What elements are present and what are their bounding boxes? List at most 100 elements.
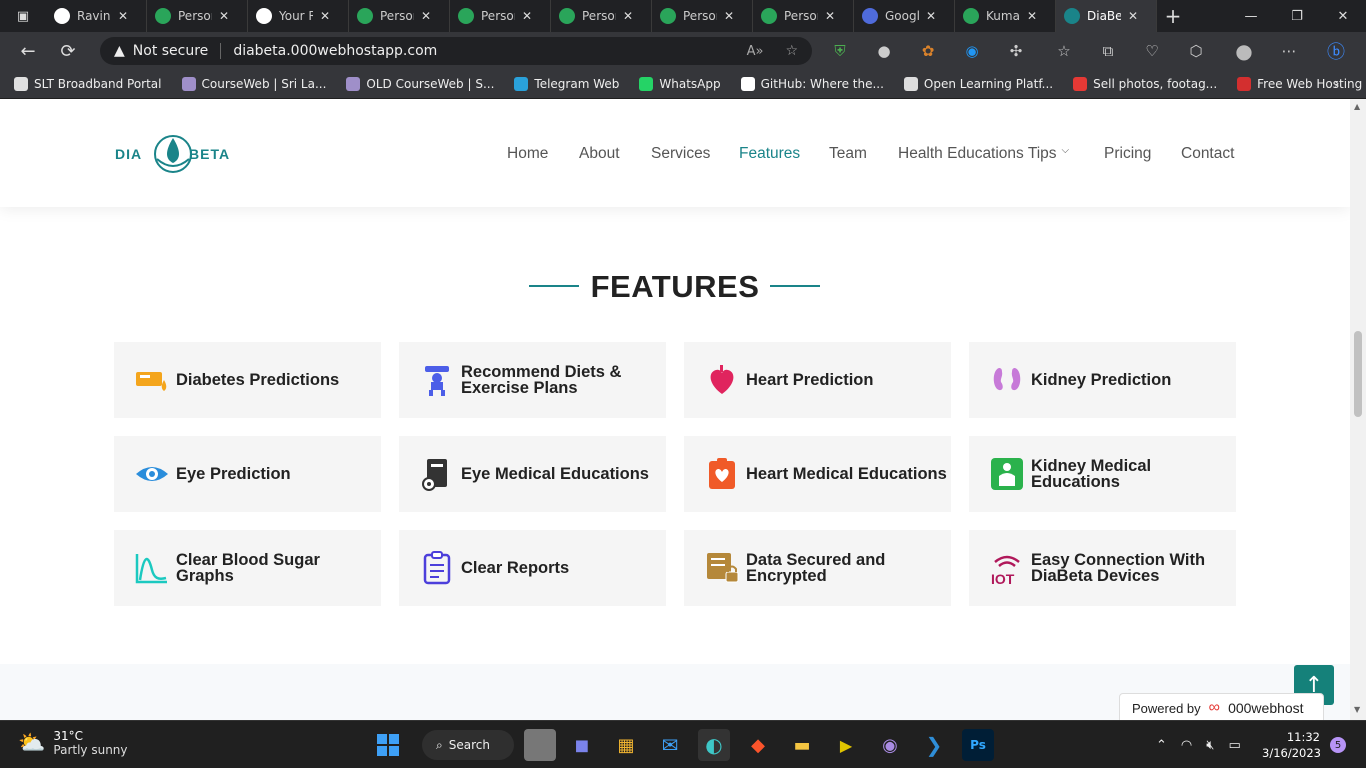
nav-about[interactable]: About — [579, 145, 620, 163]
clock[interactable]: 11:32 3/16/2023 — [1262, 729, 1321, 761]
feature-card[interactable]: Heart Medical Educations — [684, 436, 951, 512]
start-icon[interactable] — [372, 729, 404, 761]
extensions-icon[interactable]: ✣ — [1002, 37, 1030, 65]
photoshop-icon[interactable]: Ps — [962, 729, 994, 761]
close-tab-icon[interactable]: ✕ — [522, 9, 534, 23]
bookmark-item[interactable]: CourseWeb | Sri La... — [181, 77, 326, 91]
bookmark-item[interactable]: Open Learning Platf... — [903, 77, 1053, 91]
browser-tab[interactable]: Your R ✕ — [248, 0, 349, 32]
store-icon[interactable]: ▦ — [610, 729, 642, 761]
battery-icon[interactable]: ▭ — [1228, 738, 1240, 753]
close-tab-icon[interactable]: ✕ — [1027, 9, 1039, 23]
feature-card[interactable]: Clear Reports — [399, 530, 666, 606]
powered-by-badge[interactable]: Powered by ∞ 000webhost — [1119, 693, 1324, 720]
feature-card[interactable]: Heart Prediction — [684, 342, 951, 418]
bookmark-item[interactable]: Sell photos, footag... — [1073, 77, 1217, 91]
bing-chat-icon[interactable]: ⓑ — [1322, 37, 1350, 65]
close-tab-icon[interactable]: ✕ — [320, 9, 332, 23]
nav-health-educations-tips[interactable]: Health Educations Tips ⌵ — [898, 145, 1069, 163]
chevron-up-icon[interactable]: ⌃ — [1156, 738, 1167, 753]
bookmark-item[interactable]: WhatsApp — [639, 77, 721, 91]
browser-tab[interactable]: Person ✕ — [349, 0, 450, 32]
nav-services[interactable]: Services — [651, 145, 710, 163]
close-tab-icon[interactable]: ✕ — [926, 9, 938, 23]
browser-tab[interactable]: Person ✕ — [147, 0, 248, 32]
health-icon[interactable]: ♡ — [1138, 37, 1166, 65]
read-aloud-icon[interactable]: A» — [747, 44, 764, 59]
cookie-extension-icon[interactable]: ✿ — [914, 37, 942, 65]
bookmark-item[interactable]: OLD CourseWeb | S... — [346, 77, 494, 91]
close-tab-icon[interactable]: ✕ — [421, 9, 433, 23]
feature-card[interactable]: Clear Blood Sugar Graphs — [114, 530, 381, 606]
browser-essentials-icon[interactable]: ⬡ — [1182, 37, 1210, 65]
feature-card[interactable]: Kidney Prediction — [969, 342, 1236, 418]
browser-tab[interactable]: Googl ✕ — [854, 0, 955, 32]
browser-tab[interactable]: Ravind ✕ — [46, 0, 147, 32]
teams-chat-icon[interactable]: ◼ — [566, 729, 598, 761]
close-tab-icon[interactable]: ✕ — [118, 9, 130, 23]
task-view-icon[interactable] — [524, 729, 556, 761]
nav-team[interactable]: Team — [829, 145, 867, 163]
refresh-icon[interactable]: ⟳ — [48, 41, 88, 62]
minimize-icon[interactable]: — — [1228, 0, 1274, 32]
more-bookmarks-icon[interactable]: › — [1334, 76, 1340, 92]
mail-icon[interactable]: ✉ — [654, 729, 686, 761]
github-desktop-icon[interactable]: ◉ — [874, 729, 906, 761]
browser-tab[interactable]: Person ✕ — [450, 0, 551, 32]
vscode-icon[interactable]: ❯ — [918, 729, 950, 761]
browser-tab[interactable]: Person ✕ — [753, 0, 854, 32]
browser-tab[interactable]: Person ✕ — [652, 0, 753, 32]
browser-tab[interactable]: Kumar ✕ — [955, 0, 1056, 32]
edge-icon[interactable]: ◐ — [698, 729, 730, 761]
new-tab-button[interactable]: + — [1157, 4, 1189, 28]
close-tab-icon[interactable]: ✕ — [1128, 9, 1140, 23]
nav-features[interactable]: Features — [739, 145, 800, 163]
browser-tab[interactable]: DiaBet ✕ — [1056, 0, 1157, 32]
feature-card[interactable]: Data Secured and Encrypted — [684, 530, 951, 606]
profile-extension-icon[interactable]: ● — [870, 37, 898, 65]
feature-card[interactable]: Eye Prediction — [114, 436, 381, 512]
bookmark-item[interactable]: Telegram Web — [514, 77, 619, 91]
close-tab-icon[interactable]: ✕ — [219, 9, 231, 23]
feature-card[interactable]: Eye Medical Educations — [399, 436, 666, 512]
bookmark-item[interactable]: Free Web Hosting -... — [1237, 77, 1366, 91]
shazam-extension-icon[interactable]: ◉ — [958, 37, 986, 65]
page-scrollbar[interactable]: ▲ ▼ — [1350, 99, 1366, 720]
feature-card[interactable]: Diabetes Predictions — [114, 342, 381, 418]
close-tab-icon[interactable]: ✕ — [623, 9, 635, 23]
restore-icon[interactable]: ❐ — [1274, 0, 1320, 32]
file-explorer-icon[interactable]: ▬ — [786, 729, 818, 761]
shield-extension-icon[interactable]: ⛨ — [826, 37, 854, 65]
media-player-icon[interactable]: ▶ — [830, 729, 862, 761]
bookmark-item[interactable]: SLT Broadband Portal — [14, 77, 162, 91]
browser-tab[interactable]: Person ✕ — [551, 0, 652, 32]
nav-pricing[interactable]: Pricing — [1104, 145, 1151, 163]
nav-contact[interactable]: Contact — [1181, 145, 1234, 163]
diabeta-logo[interactable]: DIA BETA — [115, 129, 235, 179]
favorites-icon[interactable]: ☆ — [1050, 37, 1078, 65]
volume-muted-icon[interactable]: 🔇︎ — [1206, 738, 1214, 753]
feature-card[interactable]: IOT Easy Connection With DiaBeta Devices — [969, 530, 1236, 606]
scrollbar-thumb[interactable] — [1354, 331, 1362, 417]
close-window-icon[interactable]: ✕ — [1320, 0, 1366, 32]
close-tab-icon[interactable]: ✕ — [825, 9, 837, 23]
taskbar-search[interactable]: ⌕ Search — [422, 730, 514, 760]
tab-actions-icon[interactable]: ▣ — [0, 0, 46, 32]
scroll-up-icon[interactable]: ▲ — [1354, 102, 1360, 111]
scroll-down-icon[interactable]: ▼ — [1354, 705, 1360, 714]
feature-card[interactable]: Kidney Medical Educations — [969, 436, 1236, 512]
back-icon[interactable]: ← — [8, 41, 48, 62]
weather-widget[interactable]: ⛅ 31°C Partly sunny — [18, 729, 128, 757]
url-field[interactable]: ▲ Not secure diabeta.000webhostapp.com A… — [100, 37, 812, 65]
notification-badge[interactable]: 5 — [1330, 737, 1346, 753]
more-icon[interactable]: ⋯ — [1275, 37, 1303, 65]
add-favorite-icon[interactable]: ☆ — [785, 43, 798, 59]
close-tab-icon[interactable]: ✕ — [724, 9, 736, 23]
brave-icon[interactable]: ◆ — [742, 729, 774, 761]
feature-card[interactable]: Recommend Diets & Exercise Plans — [399, 342, 666, 418]
collections-icon[interactable]: ⧉ — [1094, 37, 1122, 65]
nav-home[interactable]: Home — [507, 145, 548, 163]
bookmark-item[interactable]: GitHub: Where the... — [740, 77, 884, 91]
wifi-icon[interactable]: ◠ — [1181, 738, 1192, 753]
avatar[interactable]: ● — [1230, 37, 1258, 65]
